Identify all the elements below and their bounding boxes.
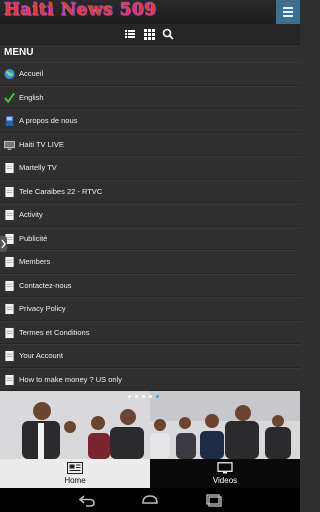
menu-item-about[interactable]: A propos de nous xyxy=(0,109,300,133)
document-icon xyxy=(5,350,14,362)
menu-item-label: Activity xyxy=(19,210,43,219)
menu-item-accueil[interactable]: Accueil xyxy=(0,62,300,86)
menu-item-your-account[interactable]: Your Account xyxy=(0,344,300,368)
document-icon xyxy=(5,327,14,338)
menu-item-label: Members xyxy=(19,257,51,266)
slide-dot-active[interactable] xyxy=(156,395,159,398)
menu-item-label: Tele Caraibes 22 - RTVC xyxy=(19,186,103,196)
slide-dot[interactable] xyxy=(142,395,145,398)
slide-dot[interactable] xyxy=(135,395,138,398)
view-toolbar xyxy=(0,24,300,45)
menu-item-contact[interactable]: Contactez-nous xyxy=(0,273,300,297)
menu-item-label: How to make money ? US only xyxy=(19,374,122,384)
menu-item-tele-caraibes[interactable]: Tele Caraibes 22 - RTVC xyxy=(0,179,300,203)
menu-item-label: Termes et Conditions xyxy=(19,327,90,337)
document-icon xyxy=(5,303,14,315)
featured-photo xyxy=(0,391,300,459)
tab-label: Home xyxy=(64,476,86,485)
globe-icon xyxy=(4,68,15,80)
tab-videos[interactable]: Videos xyxy=(150,459,300,488)
featured-photo-slider[interactable] xyxy=(0,391,300,459)
tv-icon xyxy=(4,140,15,150)
document-icon xyxy=(5,256,14,268)
menu-item-label: Accueil xyxy=(19,69,44,78)
menu-item-english[interactable]: English xyxy=(0,85,300,109)
menu-item-privacy-policy[interactable]: Privacy Policy xyxy=(0,297,300,321)
app-logo[interactable]: Haiti News 509 xyxy=(4,0,157,22)
hamburger-line xyxy=(283,15,293,17)
menu-item-members[interactable]: Members xyxy=(0,250,300,274)
menu-item-label: Haiti TV LIVE xyxy=(19,139,64,149)
grid-view-icon[interactable] xyxy=(142,27,156,41)
side-menu: Accueil English A propos de nous Haiti T… xyxy=(0,62,300,391)
search-icon[interactable] xyxy=(161,27,175,41)
document-icon xyxy=(5,162,14,174)
list-view-icon[interactable] xyxy=(123,27,137,41)
menu-item-haiti-tv-live[interactable]: Haiti TV LIVE xyxy=(0,132,300,156)
drawer-handle[interactable] xyxy=(0,236,7,252)
document-icon xyxy=(5,186,14,197)
document-icon xyxy=(5,280,14,291)
menu-item-make-money[interactable]: How to make money ? US only xyxy=(0,367,300,391)
book-icon xyxy=(5,115,14,127)
hamburger-menu-button[interactable] xyxy=(276,0,300,24)
slide-dot[interactable] xyxy=(128,395,131,398)
chevron-right-icon xyxy=(1,239,6,249)
bottom-tab-bar: Home Videos xyxy=(0,459,300,488)
home-icon[interactable] xyxy=(141,493,159,507)
hamburger-line xyxy=(283,11,293,13)
document-icon xyxy=(5,374,14,385)
slide-dot[interactable] xyxy=(149,395,152,398)
menu-item-martelly-tv[interactable]: Martelly TV xyxy=(0,156,300,180)
back-icon[interactable] xyxy=(78,493,96,507)
menu-item-label: Martelly TV xyxy=(19,163,57,172)
menu-item-label: English xyxy=(19,92,44,102)
menu-item-label: Contactez-nous xyxy=(19,280,72,290)
menu-item-label: Your Account xyxy=(19,351,63,360)
menu-item-label: Privacy Policy xyxy=(19,304,66,313)
document-icon xyxy=(5,209,14,221)
tab-label: Videos xyxy=(212,476,238,485)
menu-item-terms[interactable]: Termes et Conditions xyxy=(0,320,300,344)
system-navigation-bar xyxy=(0,488,300,512)
menu-item-publicite[interactable]: Publicité xyxy=(0,226,300,250)
tab-home[interactable]: Home xyxy=(0,459,150,488)
app-header: Haiti News 509 xyxy=(0,0,300,24)
menu-item-label: A propos de nous xyxy=(19,116,78,125)
menu-heading: MENU xyxy=(4,47,34,58)
newspaper-icon xyxy=(67,462,83,474)
recent-apps-icon[interactable] xyxy=(204,493,222,507)
hamburger-line xyxy=(283,7,293,9)
slider-indicator xyxy=(128,395,159,398)
checkmark-icon xyxy=(4,92,15,103)
monitor-icon xyxy=(217,462,233,474)
menu-item-activity[interactable]: Activity xyxy=(0,203,300,227)
menu-item-label: Publicité xyxy=(19,233,48,243)
